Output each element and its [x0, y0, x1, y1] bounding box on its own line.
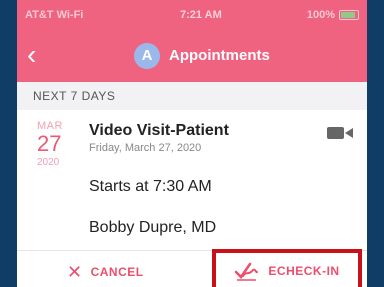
battery-icon: [339, 10, 359, 20]
battery-percent: 100%: [306, 9, 335, 21]
page-title: Appointments: [169, 47, 270, 64]
cancel-label: CANCEL: [90, 265, 144, 279]
appointment-full-date: Friday, March 27, 2020: [89, 142, 202, 154]
appointment-start-time: Starts at 7:30 AM: [89, 178, 212, 195]
signature-check-icon: [235, 262, 259, 281]
appointment-title: Video Visit-Patient: [89, 122, 229, 139]
status-time: 7:21 AM: [180, 9, 222, 21]
status-bar: AT&T Wi-Fi 7:21 AM 100%: [17, 6, 367, 24]
appointment-year: 2020: [37, 157, 60, 168]
section-header: NEXT 7 DAYS: [17, 82, 367, 110]
echeck-in-label: ECHECK-IN: [268, 264, 340, 278]
cancel-button[interactable]: ✕ CANCEL: [67, 263, 144, 281]
back-icon[interactable]: ‹: [27, 41, 51, 70]
appointment-card[interactable]: MAR 27 2020 Video Visit-Patient Friday, …: [17, 110, 367, 287]
close-icon: ✕: [67, 262, 83, 282]
appointment-provider: Bobby Dupre, MD: [89, 219, 217, 236]
phone-screen: AT&T Wi-Fi 7:21 AM 100% ‹ A Appointments…: [17, 0, 367, 287]
avatar[interactable]: A: [134, 43, 160, 69]
video-camera-icon: [327, 127, 353, 139]
battery-indicator: 100%: [307, 9, 359, 21]
echeck-in-button[interactable]: ECHECK-IN: [212, 249, 362, 287]
appointment-date-block: MAR 27 2020: [37, 120, 77, 168]
nav-bar: ‹ A Appointments: [17, 38, 367, 74]
carrier-label: AT&T Wi-Fi: [25, 9, 84, 21]
app-header: AT&T Wi-Fi 7:21 AM 100% ‹ A Appointments: [17, 0, 367, 82]
appointment-day: 27: [37, 131, 62, 156]
